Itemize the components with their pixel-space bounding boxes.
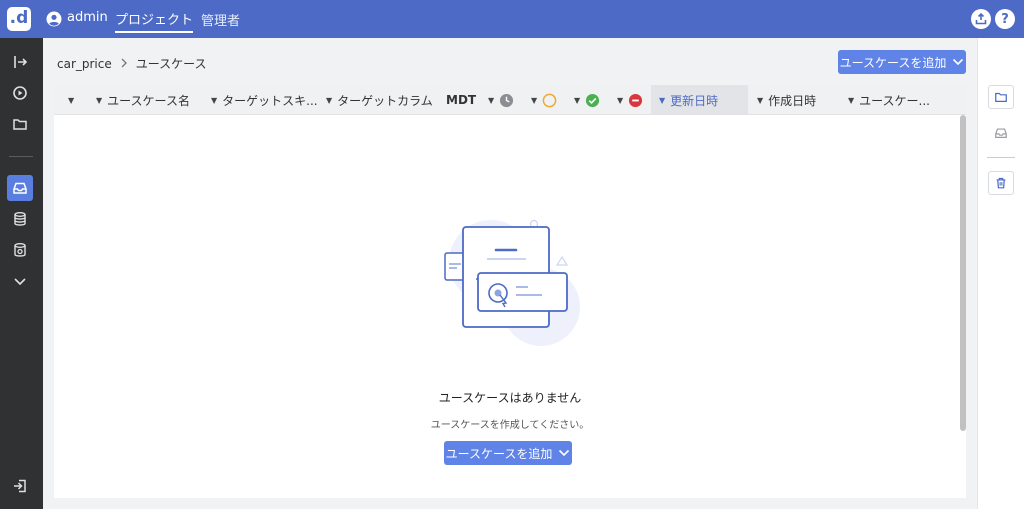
column-header-success[interactable]: ▼: [574, 85, 600, 115]
nav-admin[interactable]: 管理者: [201, 10, 240, 29]
right-panel: [977, 38, 1024, 509]
caret-down-icon: ▼: [659, 95, 666, 105]
column-header-name[interactable]: ▼ ユースケース名: [96, 85, 190, 115]
folder-icon[interactable]: [7, 111, 33, 137]
column-header-mdt[interactable]: MDT: [446, 85, 476, 115]
folder-icon[interactable]: [988, 85, 1014, 109]
usecase-table: ▼ ▼ ユースケース名 ▼ ターゲットスキ... ▼ ターゲットカラム MDT ▼ ▼: [54, 85, 966, 498]
caret-down-icon: ▼: [848, 95, 855, 105]
caret-down-icon: ▼: [68, 95, 75, 105]
breadcrumb-project[interactable]: car_price: [57, 57, 112, 71]
column-label: ターゲットスキ...: [222, 93, 318, 108]
check-circle-icon: [586, 93, 600, 107]
breadcrumb-current: ユースケース: [135, 57, 207, 71]
column-label: MDT: [446, 93, 477, 107]
app-logo[interactable]: .d: [7, 7, 31, 31]
column-header-running[interactable]: ▼: [488, 85, 514, 115]
pending-circle-icon: [542, 93, 557, 107]
caret-down-icon: ▼: [531, 95, 538, 105]
top-bar: .d admin プロジェクト 管理者 ?: [0, 0, 1024, 38]
logout-icon[interactable]: [7, 473, 33, 499]
main-content: car_price ユースケース ユースケースを追加 ▼ ▼ ユースケース名 ▼ タ…: [43, 38, 977, 509]
vertical-scrollbar[interactable]: [960, 115, 966, 431]
empty-add-usecase-button[interactable]: ユースケースを追加: [444, 441, 572, 465]
help-label: ?: [1001, 11, 1009, 27]
column-header-select[interactable]: ▼: [68, 85, 79, 115]
chevron-down-icon: [953, 58, 964, 66]
user-name[interactable]: admin: [67, 10, 108, 25]
table-header: ▼ ▼ ユースケース名 ▼ ターゲットスキ... ▼ ターゲットカラム MDT ▼ ▼: [54, 85, 966, 115]
empty-state-illustration: [444, 219, 580, 346]
column-label: ユースケース名: [107, 93, 190, 108]
caret-down-icon: ▼: [757, 95, 764, 105]
caret-down-icon: ▼: [211, 95, 218, 105]
logo-text: .d: [9, 7, 29, 28]
error-circle-icon: [629, 93, 643, 107]
trash-icon[interactable]: [988, 171, 1014, 195]
right-panel-divider: [987, 157, 1015, 158]
help-icon[interactable]: ?: [995, 9, 1015, 29]
empty-state-subtitle: ユースケースを作成してください。: [430, 420, 590, 431]
database-settings-icon[interactable]: [7, 237, 33, 263]
column-label: 作成日時: [768, 93, 817, 108]
caret-down-icon: ▼: [488, 95, 495, 105]
add-usecase-label: ユースケースを追加: [839, 55, 947, 70]
empty-state-title: ユースケースはありません: [438, 391, 582, 405]
arrow-right-bar-icon[interactable]: [7, 49, 33, 75]
caret-down-icon: ▼: [326, 95, 333, 105]
add-usecase-button[interactable]: ユースケースを追加: [838, 50, 966, 74]
column-header-usecase-extra[interactable]: ▼ ユースケー...: [848, 85, 930, 115]
inbox-icon[interactable]: [7, 175, 33, 201]
empty-add-usecase-label: ユースケースを追加: [445, 446, 553, 461]
left-sidebar: [0, 38, 43, 509]
clock-icon: [500, 93, 514, 107]
caret-down-icon: ▼: [574, 95, 581, 105]
column-header-target-column[interactable]: ▼ ターゲットカラム: [326, 85, 433, 115]
column-header-created-at[interactable]: ▼ 作成日時: [757, 85, 816, 115]
column-header-pending[interactable]: ▼: [531, 85, 557, 115]
chevron-right-icon: [120, 57, 128, 71]
chevron-down-icon: [559, 449, 570, 457]
column-header-target-schema[interactable]: ▼ ターゲットスキ...: [211, 85, 318, 115]
column-header-updated-at[interactable]: ▼ 更新日時: [651, 85, 748, 115]
column-label: ターゲットカラム: [337, 93, 433, 108]
column-header-error[interactable]: ▼: [617, 85, 643, 115]
column-label: ユースケー...: [859, 93, 931, 108]
caret-down-icon: ▼: [96, 95, 103, 105]
inbox-icon[interactable]: [988, 121, 1014, 145]
database-icon[interactable]: [7, 206, 33, 232]
upload-icon[interactable]: [971, 9, 991, 29]
caret-down-icon: ▼: [617, 95, 624, 105]
nav-project[interactable]: プロジェクト: [115, 9, 194, 33]
column-label: 更新日時: [670, 93, 719, 108]
breadcrumb: car_price ユースケース: [57, 55, 207, 72]
user-avatar-icon[interactable]: [46, 11, 62, 27]
chevron-down-icon[interactable]: [7, 268, 33, 294]
sidebar-divider: [9, 156, 33, 157]
play-circle-icon[interactable]: [7, 80, 33, 106]
